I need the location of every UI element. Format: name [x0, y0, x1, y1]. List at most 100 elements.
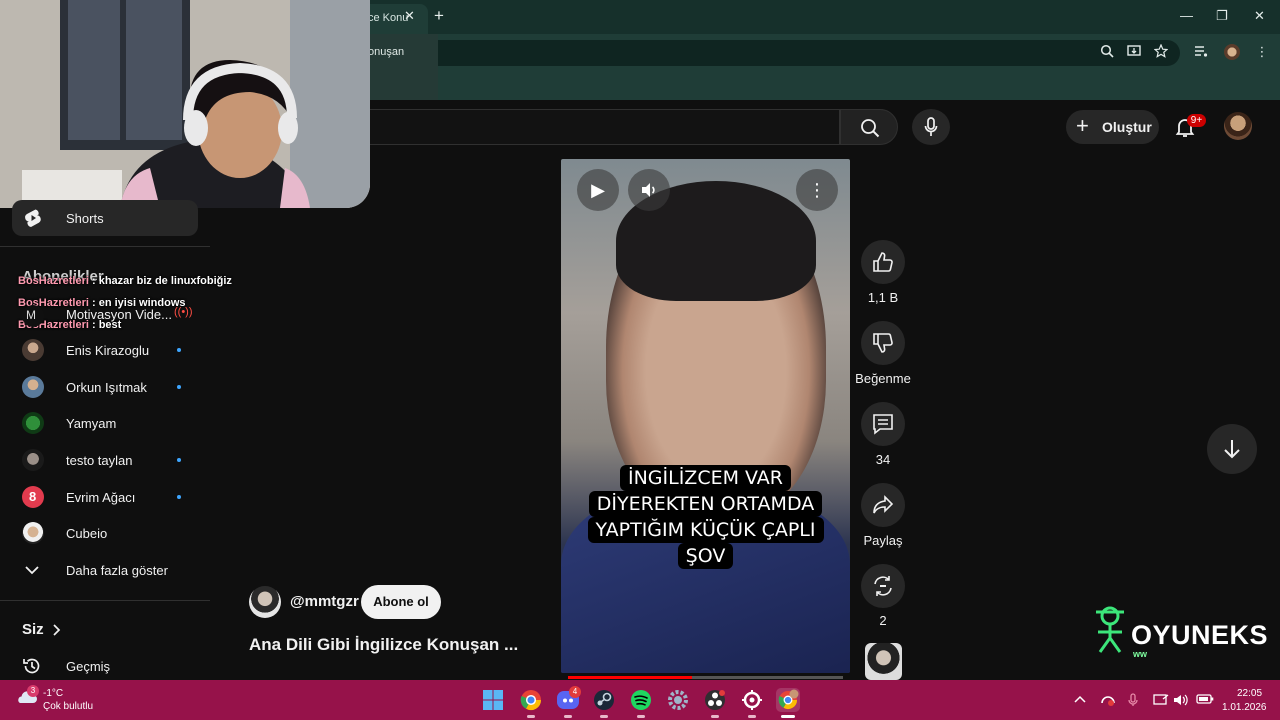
video-caption: İNGİLİZCEM VAR DİYEREKTEN ORTAMDA YAPTIĞ… — [561, 465, 850, 569]
sidebar-item-subscription[interactable]: 8 Evrim Ağacı — [12, 479, 198, 515]
discord-badge: 4 — [569, 686, 581, 698]
shorts-icon — [25, 209, 41, 227]
channel-avatar — [22, 412, 44, 434]
thumbs-up-icon — [873, 252, 893, 272]
video-title[interactable]: Ana Dili Gibi İngilizce Konuşan ... — [249, 635, 518, 655]
media-queue-icon[interactable] — [1193, 44, 1209, 60]
like-button[interactable] — [861, 240, 905, 284]
comments-button[interactable] — [861, 402, 905, 446]
comment-count: 34 — [875, 452, 891, 467]
search-button[interactable] — [840, 109, 898, 145]
share-label: Paylaş — [863, 533, 903, 548]
channel-avatar[interactable] — [249, 586, 281, 618]
new-content-dot — [177, 385, 181, 389]
sidebar-item-subscription[interactable]: Enis Kirazoglu — [12, 332, 198, 368]
remix-count: 2 — [879, 613, 887, 628]
weather-temperature: -1°C — [43, 688, 64, 699]
history-icon — [23, 658, 40, 674]
install-app-icon[interactable] — [1126, 44, 1142, 60]
you-title: Siz — [22, 621, 44, 638]
chrome-taskbar-icon[interactable] — [519, 688, 543, 712]
new-content-dot — [177, 458, 181, 462]
steelseries-taskbar-icon[interactable] — [740, 688, 764, 712]
short-video-player[interactable]: ▶ ⋮ İNGİLİZCEM VAR DİYEREKTEN ORTAMDA YA… — [561, 159, 850, 673]
audio-source-thumbnail[interactable] — [865, 643, 902, 680]
chrome-profile-taskbar-icon[interactable] — [776, 688, 800, 712]
webcam-overlay — [0, 0, 370, 208]
weather-badge: 3 — [27, 685, 39, 697]
caption-line: YAPTIĞIM KÜÇÜK ÇAPLI — [587, 517, 824, 543]
sidebar-item-subscription[interactable]: M Motivasyon Vide... ((•)) — [12, 296, 198, 332]
obs-taskbar-icon[interactable] — [703, 688, 727, 712]
account-avatar[interactable] — [1224, 112, 1252, 140]
microphone-tray-icon[interactable] — [1128, 693, 1138, 710]
close-window-button[interactable]: ✕ — [1254, 8, 1265, 24]
menu-dots-icon[interactable]: ⋮ — [1254, 44, 1270, 60]
remix-icon — [874, 576, 892, 596]
channel-handle[interactable]: @mmtgzr — [290, 593, 359, 610]
clock-date[interactable]: 1.01.2026 — [1222, 702, 1267, 713]
microphone-icon — [924, 117, 938, 136]
channel-avatar — [22, 449, 44, 471]
voice-search-button[interactable] — [912, 109, 950, 145]
maximize-button[interactable]: ❐ — [1216, 8, 1228, 24]
running-indicator — [527, 715, 535, 718]
tab-close-icon[interactable]: ✕ — [404, 8, 415, 24]
start-button[interactable] — [481, 688, 505, 712]
sidebar-item-subscription[interactable]: Yamyam — [12, 405, 198, 441]
sidebar-item-label: Yamyam — [66, 416, 117, 431]
remix-button[interactable] — [861, 564, 905, 608]
profile-avatar[interactable] — [1224, 44, 1240, 60]
video-progress-bar[interactable] — [568, 676, 843, 679]
arrow-down-icon — [1224, 440, 1240, 459]
sidebar-item-label: Orkun Işıtmak — [66, 380, 147, 395]
next-short-button[interactable] — [1207, 424, 1257, 474]
sidebar-item-subscription[interactable]: testo taylan — [12, 442, 198, 478]
more-options-button[interactable]: ⋮ — [796, 169, 838, 211]
watermark-brand: OYUNEKS — [1131, 620, 1269, 650]
steam-taskbar-icon[interactable] — [592, 688, 616, 712]
new-tab-button[interactable]: + — [434, 6, 444, 26]
bookmark-star-icon[interactable] — [1153, 43, 1169, 60]
sidebar-item-shorts[interactable]: Shorts — [12, 200, 198, 236]
settings-taskbar-icon[interactable] — [666, 688, 690, 712]
network-status-icon[interactable] — [1100, 693, 1116, 710]
windows-icon — [483, 690, 503, 710]
running-indicator — [711, 715, 719, 718]
channel-avatar — [22, 522, 44, 544]
hover-card-title: onuşan — [368, 46, 405, 58]
channel-avatar — [22, 376, 44, 398]
share-icon — [873, 495, 894, 514]
running-indicator — [564, 715, 572, 718]
address-bar[interactable] — [370, 40, 1180, 66]
sidebar-item-subscription[interactable]: Cubeio — [12, 515, 198, 551]
minimize-button[interactable]: — — [1180, 8, 1193, 23]
sidebar-item-label: Motivasyon Vide... — [66, 307, 172, 322]
sidebar-item-label: Evrim Ağacı — [66, 490, 136, 505]
show-more-button[interactable]: Daha fazla göster — [12, 552, 198, 588]
you-section-header[interactable]: Siz — [22, 621, 61, 638]
share-button[interactable] — [861, 483, 905, 527]
caption-line: ŞOV — [677, 543, 734, 569]
clock-time[interactable]: 22:05 — [1237, 688, 1262, 699]
subscribe-button[interactable]: Abone ol — [361, 585, 441, 619]
chevron-right-icon — [53, 624, 61, 636]
spotify-taskbar-icon[interactable] — [629, 688, 653, 712]
sidebar-item-history[interactable]: Geçmiş — [12, 648, 198, 684]
running-indicator — [781, 715, 795, 718]
thumbs-down-icon — [873, 333, 893, 353]
battery-tray-icon[interactable] — [1196, 693, 1214, 708]
create-button[interactable]: + Oluştur — [1066, 110, 1159, 144]
volume-tray-icon[interactable] — [1173, 693, 1189, 710]
play-button[interactable]: ▶ — [577, 169, 619, 211]
volume-button[interactable] — [628, 169, 670, 211]
comment-icon — [873, 414, 893, 435]
sidebar-item-subscription[interactable]: Orkun Işıtmak — [12, 369, 198, 405]
channel-avatar — [22, 339, 44, 361]
caption-line: DİYEREKTEN ORTAMDA — [588, 491, 823, 517]
dislike-button[interactable] — [861, 321, 905, 365]
display-tray-icon[interactable] — [1153, 693, 1169, 710]
tray-overflow-icon[interactable] — [1074, 693, 1086, 707]
oyuneks-logo-icon — [1096, 606, 1124, 653]
zoom-icon[interactable] — [1099, 44, 1115, 60]
